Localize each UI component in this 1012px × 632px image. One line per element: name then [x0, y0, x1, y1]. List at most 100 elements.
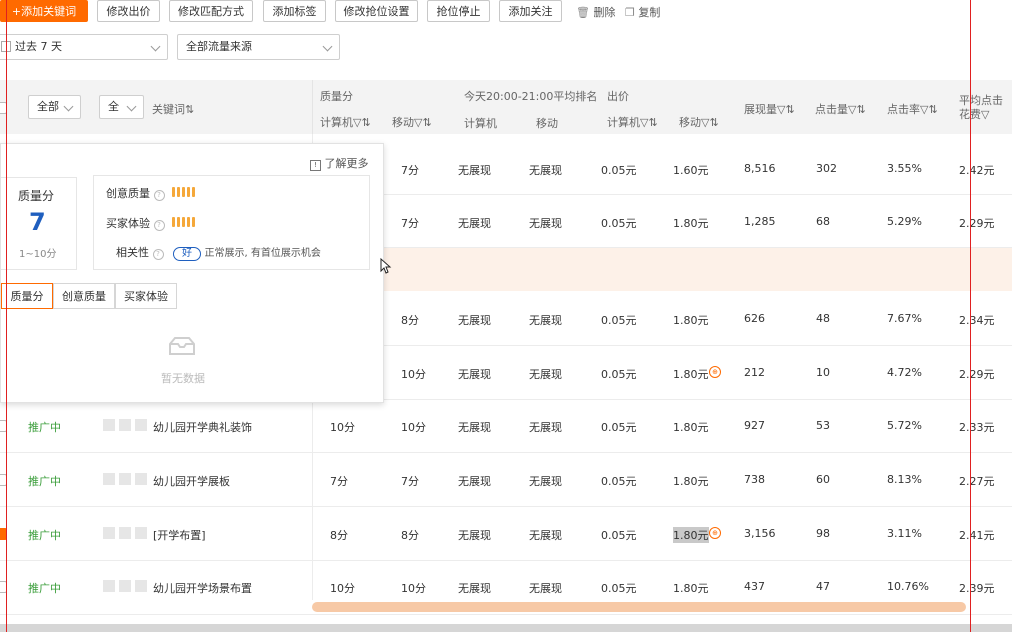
- rating-dots: [172, 217, 197, 230]
- modify-match-button[interactable]: 修改匹配方式: [169, 0, 253, 22]
- add-keyword-button[interactable]: +添加关键词: [0, 0, 88, 22]
- keyword-header[interactable]: 关键词⇅: [152, 101, 194, 117]
- tag-icon[interactable]: [103, 473, 115, 485]
- keyword-text[interactable]: 幼儿园开学展板: [153, 473, 230, 489]
- empty-text: 暂无数据: [161, 372, 205, 385]
- bid-mobile[interactable]: 1.80元: [673, 527, 709, 543]
- bid-mobile[interactable]: 1.80元: [673, 366, 709, 382]
- bid-pc-header[interactable]: 计算机▽⇅: [607, 114, 658, 130]
- clicks: 10: [816, 366, 830, 379]
- clicks-header[interactable]: 点击量▽⇅: [815, 101, 866, 117]
- bid-pc[interactable]: 0.05元: [601, 312, 637, 328]
- bid-mobile[interactable]: 1.80元: [673, 312, 709, 328]
- help-icon[interactable]: ?: [153, 190, 165, 201]
- guide-line-left: [6, 0, 7, 632]
- modify-bid-button[interactable]: 修改出价: [97, 0, 160, 22]
- rank-pc: 无展现: [458, 475, 491, 488]
- avg-cost: 2.41元: [959, 529, 995, 542]
- guide-line-right: [970, 0, 971, 632]
- help-icon[interactable]: ?: [152, 249, 164, 260]
- keyword-text[interactable]: 幼儿园开学典礼装饰: [153, 419, 252, 435]
- rank-pc: 无展现: [458, 217, 491, 230]
- keyword-text[interactable]: [开学布置]: [153, 527, 206, 543]
- impressions: 212: [744, 366, 765, 379]
- add-follow-button[interactable]: 添加关注: [499, 0, 562, 22]
- bid-mobile[interactable]: 1.80元: [673, 473, 709, 489]
- tag-icon[interactable]: [103, 527, 115, 539]
- keyword-text[interactable]: 幼儿园开学场景布置: [153, 580, 252, 596]
- bid-pc[interactable]: 0.05元: [601, 527, 637, 543]
- bid-pc[interactable]: 0.05元: [601, 419, 637, 435]
- quality-mobile: 10分: [401, 421, 426, 434]
- bid-pc[interactable]: 0.05元: [601, 215, 637, 231]
- tag-icon[interactable]: [135, 473, 147, 485]
- bid-info-icon[interactable]: ⊕: [709, 527, 721, 539]
- rank-pc: 无展现: [458, 314, 491, 327]
- quality-mobile: 7分: [401, 164, 419, 177]
- tag-icon[interactable]: [103, 580, 115, 592]
- bid-info-icon[interactable]: ⊕: [709, 366, 721, 378]
- modify-grab-button[interactable]: 修改抢位设置: [335, 0, 418, 22]
- traffic-source-select[interactable]: 全部流量来源: [177, 34, 340, 60]
- stop-grab-button[interactable]: 抢位停止: [427, 0, 490, 22]
- clicks: 53: [816, 419, 830, 432]
- quality-pc: 8分: [330, 529, 348, 542]
- empty-box-icon: [167, 334, 197, 356]
- avg-cost-header[interactable]: 平均点击 花费▽: [959, 94, 1003, 122]
- bid-mobile[interactable]: 1.80元: [673, 419, 709, 435]
- delete-button[interactable]: 🗑 删除: [576, 4, 615, 20]
- tag-icon[interactable]: [119, 473, 131, 485]
- tag-icon[interactable]: [119, 419, 131, 431]
- tag-icon[interactable]: [135, 527, 147, 539]
- quality-mobile: 10分: [401, 368, 426, 381]
- chevron-down-icon: [63, 101, 74, 112]
- chevron-down-icon: [150, 41, 161, 52]
- quality-mobile-header[interactable]: 移动▽⇅: [392, 114, 432, 130]
- tag-icon[interactable]: [119, 580, 131, 592]
- impressions-header[interactable]: 展现量▽⇅: [744, 101, 795, 117]
- bid-mobile[interactable]: 1.60元: [673, 162, 709, 178]
- copy-button[interactable]: ❐ 复制: [625, 4, 660, 20]
- chevron-down-icon: [126, 101, 137, 112]
- bid-mobile[interactable]: 1.80元: [673, 215, 709, 231]
- tab-creative[interactable]: 创意质量: [53, 283, 115, 309]
- horizontal-scrollbar[interactable]: [312, 602, 966, 612]
- ctr-header[interactable]: 点击率▽⇅: [887, 101, 938, 117]
- bid-pc[interactable]: 0.05元: [601, 580, 637, 596]
- bottom-scrollbar[interactable]: [0, 624, 1012, 632]
- status-filter-select[interactable]: 全部: [28, 95, 81, 119]
- date-range-select[interactable]: 过去 7 天: [0, 34, 168, 60]
- bid-pc[interactable]: 0.05元: [601, 366, 637, 382]
- table-row: 推广中 幼儿园开学展板 7分 7分 无展现 无展现 0.05元 1.80元 73…: [0, 453, 1012, 507]
- score-range: 1~10分: [19, 249, 57, 260]
- buyer-experience-row: 买家体验 ?: [106, 215, 197, 231]
- learn-more-link[interactable]: ! 了解更多: [310, 155, 369, 171]
- header-divider: [312, 80, 313, 134]
- status-badge: 推广中: [28, 475, 61, 488]
- ctr: 4.72%: [887, 366, 922, 379]
- bid-mobile[interactable]: 1.80元: [673, 580, 709, 596]
- clicks: 47: [816, 580, 830, 593]
- help-icon[interactable]: ?: [153, 220, 165, 231]
- cursor-icon: [380, 257, 392, 277]
- tab-quality[interactable]: 质量分: [1, 283, 53, 309]
- tab-buyer[interactable]: 买家体验: [115, 283, 177, 309]
- tag-icon[interactable]: [135, 580, 147, 592]
- avg-cost: 2.42元: [959, 164, 995, 177]
- quality-mobile: 7分: [401, 475, 419, 488]
- bid-pc[interactable]: 0.05元: [601, 473, 637, 489]
- tag-icon[interactable]: [103, 419, 115, 431]
- add-tag-button[interactable]: 添加标签: [263, 0, 326, 22]
- bid-pc[interactable]: 0.05元: [601, 162, 637, 178]
- info-icon: !: [310, 160, 321, 171]
- rating-dots: [172, 187, 197, 200]
- avg-cost: 2.29元: [959, 368, 995, 381]
- tag-icon[interactable]: [119, 527, 131, 539]
- impressions: 1,285: [744, 215, 776, 228]
- tag-icon[interactable]: [135, 419, 147, 431]
- bid-mobile-header[interactable]: 移动▽⇅: [679, 114, 719, 130]
- type-filter-select[interactable]: 全: [99, 95, 144, 119]
- quality-score-popover: ! 了解更多 质量分 7 1~10分 创意质量 ? 买家体验 ? 相关性 ? 好…: [0, 143, 384, 403]
- quality-pc-header[interactable]: 计算机▽⇅: [320, 114, 371, 130]
- table-row: 推广中 [开学布置] 8分 8分 无展现 无展现 0.05元 1.80元 ⊕ 3…: [0, 507, 1012, 561]
